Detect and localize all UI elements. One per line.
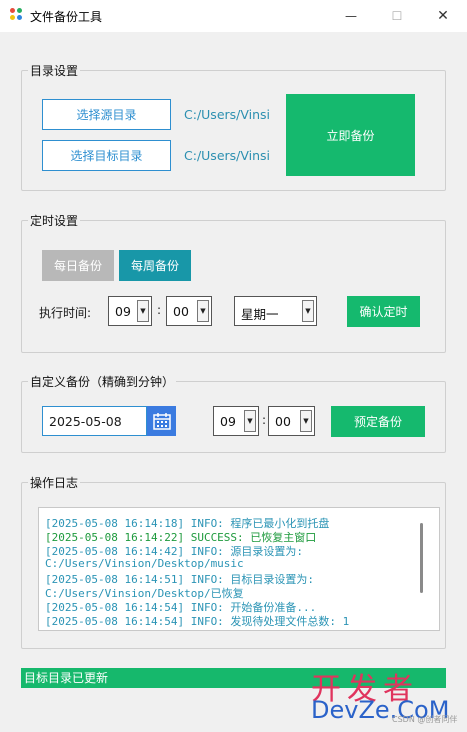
schedule-backup-button[interactable]: 预定备份 — [331, 406, 425, 437]
chevron-down-icon[interactable]: ▼ — [244, 410, 256, 432]
window-title: 文件备份工具 — [30, 10, 103, 24]
custom-backup-label: 自定义备份（精确到分钟） — [28, 373, 177, 390]
watermark-small: CSDN @创者同伴 — [392, 715, 458, 724]
calendar-button[interactable] — [147, 406, 176, 436]
custom-minute-value: 00 — [275, 414, 291, 429]
date-input[interactable]: 2025-05-08 — [42, 406, 147, 436]
source-path-text: C:/Users/Vinsi — [184, 107, 271, 122]
title-bar: 文件备份工具 — ☐ ✕ — [0, 0, 467, 32]
custom-minute-select[interactable]: 00 ▼ — [268, 406, 315, 436]
log-textbox[interactable]: [2025-05-08 16:14:18] INFO: 程序已最小化到托盘 [2… — [38, 507, 440, 631]
select-source-button[interactable]: 选择源目录 — [42, 99, 171, 130]
schedule-label: 定时设置 — [28, 212, 81, 229]
custom-hour-select[interactable]: 09 ▼ — [213, 406, 259, 436]
log-line: C:/Users/Vinsion/Desktop/music — [45, 557, 244, 570]
calendar-icon — [152, 413, 171, 430]
weekly-backup-button[interactable]: 每周备份 — [119, 250, 191, 281]
schedule-minute-select[interactable]: 00 ▼ — [166, 296, 212, 326]
weekday-value: 星期一 — [241, 307, 279, 322]
log-label: 操作日志 — [28, 474, 81, 491]
log-line: [2025-05-08 16:14:54] INFO: 发现待处理文件总数: 1 — [45, 615, 350, 628]
dir-settings-label: 目录设置 — [28, 62, 81, 79]
schedule-hour-value: 09 — [115, 304, 131, 319]
custom-hour-value: 09 — [220, 414, 236, 429]
chevron-down-icon[interactable]: ▼ — [300, 410, 312, 432]
chevron-down-icon[interactable]: ▼ — [302, 300, 314, 322]
target-path-text: C:/Users/Vinsi — [184, 148, 271, 163]
maximize-button[interactable]: ☐ — [374, 0, 420, 32]
schedule-minute-value: 00 — [173, 304, 189, 319]
confirm-schedule-button[interactable]: 确认定时 — [347, 296, 420, 327]
exec-time-label: 执行时间: — [39, 306, 92, 320]
app-icon — [10, 8, 24, 22]
close-button[interactable]: ✕ — [420, 0, 466, 32]
weekday-select[interactable]: 星期一 ▼ — [234, 296, 317, 326]
backup-now-button[interactable]: 立即备份 — [286, 94, 415, 176]
daily-backup-button[interactable]: 每日备份 — [42, 250, 114, 281]
date-value: 2025-05-08 — [49, 414, 122, 429]
select-target-button[interactable]: 选择目标目录 — [42, 140, 171, 171]
schedule-group: 定时设置 — [21, 212, 446, 353]
chevron-down-icon[interactable]: ▼ — [197, 300, 209, 322]
time-separator: : — [157, 303, 162, 317]
schedule-hour-select[interactable]: 09 ▼ — [108, 296, 152, 326]
chevron-down-icon[interactable]: ▼ — [137, 300, 149, 322]
log-scrollbar[interactable] — [420, 523, 423, 593]
minimize-button[interactable]: — — [328, 0, 374, 32]
time-separator: : — [262, 413, 267, 427]
